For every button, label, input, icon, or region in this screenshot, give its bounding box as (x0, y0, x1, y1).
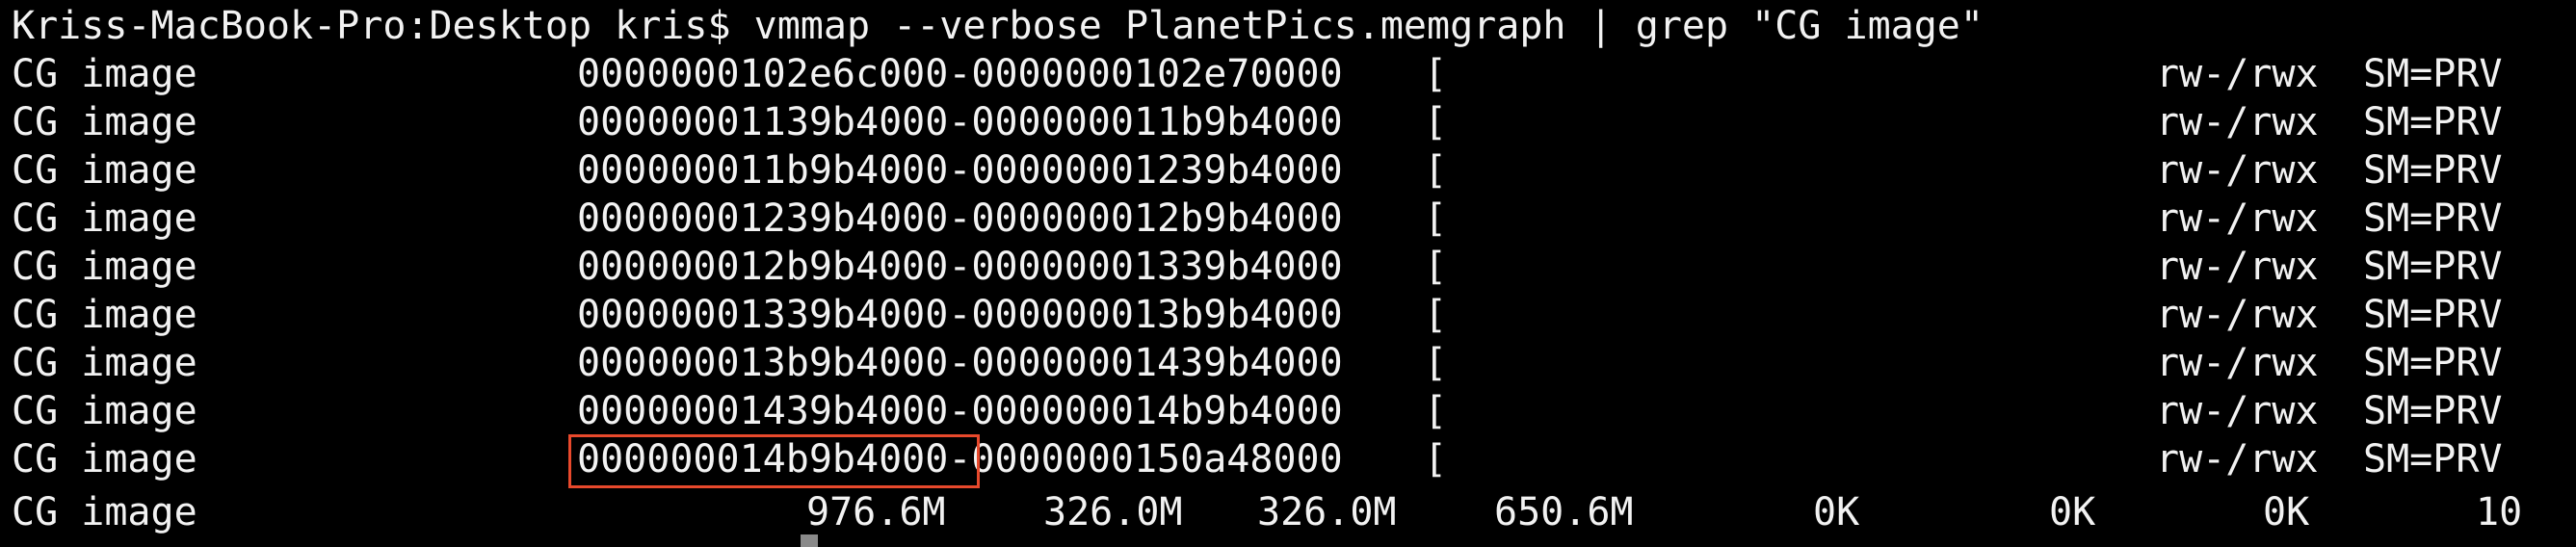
address-range: 00000001439b4000-000000014b9b4000 (577, 389, 1343, 433)
protection: rw-/rwx (2156, 293, 2319, 337)
protection: rw-/rwx (2156, 437, 2319, 482)
row-label: CG image (12, 52, 197, 96)
row-label: CG image (12, 245, 197, 289)
row-label: CG image (12, 100, 197, 144)
total-swapped: 650.6M (1494, 490, 1634, 534)
bracket-open: [ (1424, 196, 1448, 241)
address-range: 00000001339b4000-000000013b9b4000 (577, 293, 1343, 337)
bracket-open: [ (1424, 293, 1448, 337)
address-range: 00000001139b4000-000000011b9b4000 (577, 100, 1343, 144)
protection: rw-/rwx (2156, 100, 2319, 144)
total-col5: 0K (1813, 490, 1860, 534)
address-range: 00000001239b4000-000000012b9b4000 (577, 196, 1343, 241)
total-col7: 0K (2263, 490, 2310, 534)
share-mode: SM=PRV (2363, 196, 2503, 241)
share-mode: SM=PRV (2363, 389, 2503, 433)
row-label: CG image (12, 148, 197, 193)
total-resident: 326.0M (1043, 490, 1183, 534)
bracket-open: [ (1424, 341, 1448, 385)
address-range: 000000012b9b4000-00000001339b4000 (577, 245, 1343, 289)
total-row: CG image 976.6M 326.0M 326.0M 650.6M 0K … (12, 488, 2522, 536)
protection: rw-/rwx (2156, 389, 2319, 433)
row-label: CG image (12, 437, 197, 482)
total-count: 10 (2476, 490, 2523, 534)
share-mode: SM=PRV (2363, 52, 2503, 96)
address-range: 000000013b9b4000-00000001439b4000 (577, 341, 1343, 385)
protection: rw-/rwx (2156, 52, 2319, 96)
share-mode: SM=PRV (2363, 293, 2503, 337)
row-label: CG image (12, 196, 197, 241)
share-mode: SM=PRV (2363, 100, 2503, 144)
share-mode: SM=PRV (2363, 148, 2503, 193)
share-mode: SM=PRV (2363, 437, 2503, 482)
row-label: CG image (12, 293, 197, 337)
row-label: CG image (12, 490, 197, 534)
bracket-open: [ (1424, 389, 1448, 433)
address-range: 0000000102e6c000-0000000102e70000 (577, 52, 1343, 96)
row-label: CG image (12, 341, 197, 385)
protection: rw-/rwx (2156, 148, 2319, 193)
terminal-cursor (801, 534, 818, 547)
share-mode: SM=PRV (2363, 341, 2503, 385)
bracket-open: [ (1424, 100, 1448, 144)
prompt-text: Kriss-MacBook-Pro:Desktop kris$ vmmap --… (12, 4, 1984, 48)
address-range: 000000011b9b4000-00000001239b4000 (577, 148, 1343, 193)
share-mode: SM=PRV (2363, 245, 2503, 289)
bracket-open: [ (1424, 148, 1448, 193)
address-range: 000000014b9b4000-0000000150a48000 (577, 437, 1343, 482)
protection: rw-/rwx (2156, 341, 2319, 385)
total-dirty: 326.0M (1257, 490, 1397, 534)
total-col6: 0K (2049, 490, 2096, 534)
command-prompt-line: Kriss-MacBook-Pro:Desktop kris$ vmmap --… (12, 2, 1984, 50)
total-vsize: 976.6M (806, 490, 946, 534)
bracket-open: [ (1424, 437, 1448, 482)
bracket-open: [ (1424, 245, 1448, 289)
row-label: CG image (12, 389, 197, 433)
bracket-open: [ (1424, 52, 1448, 96)
protection: rw-/rwx (2156, 245, 2319, 289)
protection: rw-/rwx (2156, 196, 2319, 241)
terminal-window[interactable]: Kriss-MacBook-Pro:Desktop kris$ vmmap --… (0, 0, 2576, 547)
